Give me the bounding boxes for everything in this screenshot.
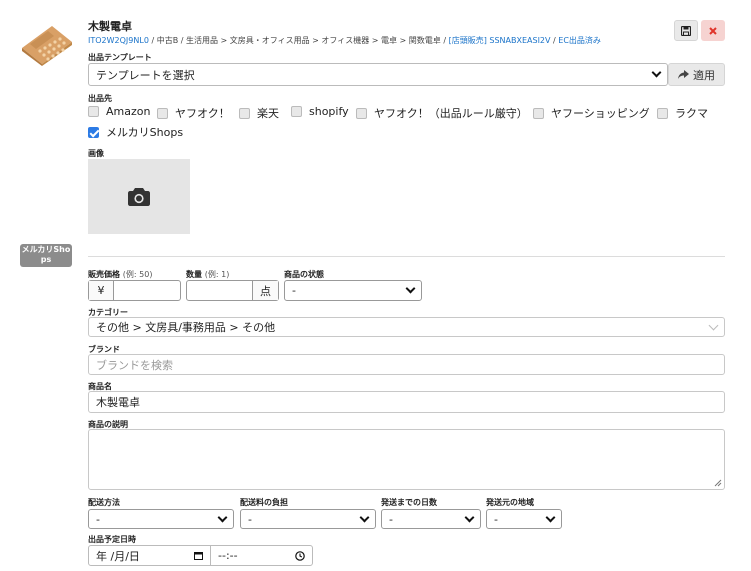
shop-link[interactable]: [店頭販売] SSNABXEASI2V xyxy=(449,36,551,45)
description-textarea[interactable] xyxy=(88,429,725,490)
shipping-days-value: - xyxy=(389,512,393,526)
category-selected-value: その他 > 文房具/事務用品 > その他 xyxy=(96,321,276,334)
price-label: 販売価格 (例: 50) xyxy=(88,269,152,280)
yen-prefix: ¥ xyxy=(89,281,114,300)
sku-link[interactable]: ITO2W2QJ9NL0 xyxy=(88,36,149,45)
chevron-down-icon xyxy=(708,320,719,330)
price-input-group: ¥ xyxy=(88,280,181,301)
destination-yahuoku[interactable]: ヤフオク！ xyxy=(157,105,230,121)
checkbox[interactable] xyxy=(88,106,99,117)
quantity-input[interactable] xyxy=(187,281,252,300)
chevron-down-icon xyxy=(464,512,475,522)
destination-yahoo-shopping[interactable]: ヤフーショッピング xyxy=(533,105,650,121)
image-upload[interactable] xyxy=(88,159,190,234)
date-placeholder: 年 /月/日 xyxy=(96,549,140,563)
option-label: 楽天 xyxy=(257,107,279,120)
product-breadcrumb: ITO2W2QJ9NL0 / 中古B / 生活用品 > 文房具・オフィス用品 >… xyxy=(88,35,601,46)
option-label: ヤフオク！ xyxy=(175,107,230,120)
chevron-down-icon xyxy=(359,512,370,522)
fee-burden-select[interactable]: - xyxy=(240,509,376,529)
shipping-method-select[interactable]: - xyxy=(88,509,234,529)
marketplace-badge: メルカリShops xyxy=(20,244,72,267)
template-select[interactable]: テンプレートを選択 xyxy=(88,63,668,86)
chevron-down-icon xyxy=(405,283,416,294)
shipping-days-select[interactable]: - xyxy=(381,509,481,529)
checkbox[interactable] xyxy=(157,107,168,119)
destination-yahuoku-strict[interactable]: ヤフオク！（出品ルール厳守） xyxy=(356,105,528,121)
destination-rakuma[interactable]: ラクマ xyxy=(657,105,708,121)
close-icon xyxy=(709,26,717,35)
fee-burden-value: - xyxy=(248,512,252,526)
status-link[interactable]: EC出品済み xyxy=(558,36,601,45)
price-hint: (例: 50) xyxy=(122,270,153,279)
product-name-value: 木製電卓 xyxy=(96,396,140,409)
close-button[interactable] xyxy=(701,20,725,41)
condition-label: 商品の状態 xyxy=(284,270,324,279)
price-input[interactable] xyxy=(114,281,180,300)
schedule-label: 出品予定日時 xyxy=(88,535,136,544)
time-placeholder: --:-- xyxy=(218,549,238,562)
checkbox[interactable] xyxy=(533,107,544,119)
checkbox-checked[interactable] xyxy=(88,126,99,138)
brand-search-input[interactable]: ブランドを検索 xyxy=(88,354,725,375)
chevron-down-icon xyxy=(217,512,228,522)
checkbox[interactable] xyxy=(657,107,668,119)
category-select[interactable]: その他 > 文房具/事務用品 > その他 xyxy=(88,317,725,337)
image-label: 画像 xyxy=(88,149,104,158)
calendar-icon[interactable] xyxy=(194,551,203,560)
destination-rakuten[interactable]: 楽天 xyxy=(239,105,279,121)
brand-placeholder: ブランドを検索 xyxy=(96,358,173,372)
product-thumbnail xyxy=(18,18,74,66)
option-label: Amazon xyxy=(106,105,151,118)
resize-handle-icon[interactable] xyxy=(714,479,722,487)
option-label: メルカリShops xyxy=(106,126,184,139)
quantity-input-group: 点 xyxy=(186,280,279,301)
shipping-origin-value: - xyxy=(494,512,498,526)
condition-select[interactable]: - xyxy=(284,280,422,301)
template-label: 出品テンプレート xyxy=(88,53,152,62)
camera-icon xyxy=(128,187,150,206)
shipping-origin-select[interactable]: - xyxy=(486,509,562,529)
option-label: ヤフーショッピング xyxy=(551,107,650,120)
quantity-label-text: 数量 xyxy=(186,270,202,279)
option-label: ラクマ xyxy=(675,107,708,120)
apply-label: 適用 xyxy=(693,68,715,82)
chevron-down-icon xyxy=(651,67,662,78)
quantity-hint: (例: 1) xyxy=(204,270,230,279)
checkbox[interactable] xyxy=(291,106,302,117)
badge-label: メルカリShops xyxy=(21,245,71,264)
checkbox[interactable] xyxy=(239,107,250,119)
destination-amazon[interactable]: Amazon xyxy=(88,105,150,118)
date-input[interactable]: 年 /月/日 xyxy=(89,546,211,565)
price-label-text: 販売価格 xyxy=(88,270,120,279)
schedule-input-group: 年 /月/日 --:-- xyxy=(88,545,313,566)
floppy-disk-icon xyxy=(681,25,691,36)
category-path: / 中古B / 生活用品 > 文房具・オフィス用品 > オフィス機器 > 電卓 … xyxy=(148,36,449,45)
shipping-method-label: 配送方法 xyxy=(88,498,120,507)
quantity-label: 数量 (例: 1) xyxy=(186,269,229,280)
template-selected-value: テンプレートを選択 xyxy=(96,68,195,82)
destinations-label: 出品先 xyxy=(88,94,112,103)
checkbox[interactable] xyxy=(356,107,367,119)
product-title: 木製電卓 xyxy=(88,20,132,33)
shipping-origin-label: 発送元の地域 xyxy=(486,498,534,507)
apply-template-button[interactable]: 適用 xyxy=(668,63,725,86)
product-name-input[interactable]: 木製電卓 xyxy=(88,391,725,413)
option-label: ヤフオク！（出品ルール厳守） xyxy=(374,107,528,120)
chevron-down-icon xyxy=(545,512,556,522)
option-label: shopify xyxy=(309,105,349,118)
share-arrow-icon xyxy=(678,70,689,79)
destination-mercari-shops[interactable]: メルカリShops xyxy=(88,124,183,140)
shipping-days-label: 発送までの日数 xyxy=(381,498,437,507)
fee-burden-label: 配送料の負担 xyxy=(240,498,288,507)
time-input[interactable]: --:-- xyxy=(211,546,312,565)
shipping-method-value: - xyxy=(96,512,100,526)
save-button[interactable] xyxy=(674,20,698,41)
destination-shopify[interactable]: shopify xyxy=(291,105,349,118)
section-divider xyxy=(88,256,725,257)
clock-icon[interactable] xyxy=(295,550,305,561)
condition-selected-value: - xyxy=(292,284,296,297)
unit-suffix: 点 xyxy=(252,281,278,300)
